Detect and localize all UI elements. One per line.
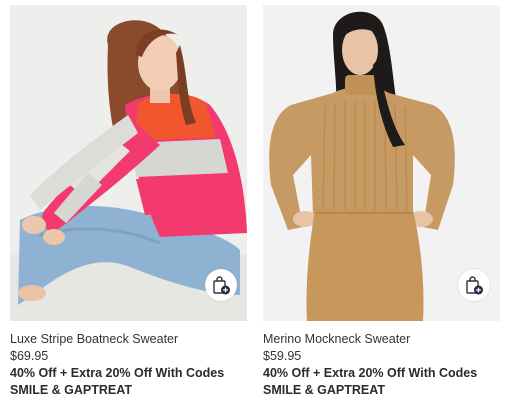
product-info: Luxe Stripe Boatneck Sweater $69.95 40% … bbox=[10, 321, 247, 399]
add-to-bag-button[interactable] bbox=[458, 269, 490, 301]
product-photo[interactable] bbox=[10, 5, 247, 321]
promo-text: 40% Off + Extra 20% Off With Codes bbox=[263, 366, 478, 380]
product-info: Merino Mockneck Sweater $59.95 40% Off +… bbox=[263, 321, 500, 399]
product-card: Luxe Stripe Boatneck Sweater $69.95 40% … bbox=[10, 5, 247, 399]
product-card: Merino Mockneck Sweater $59.95 40% Off +… bbox=[263, 5, 500, 399]
product-name-link[interactable]: Luxe Stripe Boatneck Sweater bbox=[10, 331, 247, 348]
product-price: $59.95 bbox=[263, 349, 302, 363]
promo-codes: SMILE & GAPTREAT bbox=[263, 383, 385, 397]
product-photo[interactable] bbox=[263, 5, 500, 321]
product-price: $69.95 bbox=[10, 349, 49, 363]
promo-text: 40% Off + Extra 20% Off With Codes bbox=[10, 366, 225, 380]
shopping-bag-add-icon bbox=[466, 276, 483, 295]
add-to-bag-button[interactable] bbox=[205, 269, 237, 301]
product-name-link[interactable]: Merino Mockneck Sweater bbox=[263, 331, 500, 348]
promo-codes: SMILE & GAPTREAT bbox=[10, 383, 132, 397]
product-grid: Luxe Stripe Boatneck Sweater $69.95 40% … bbox=[0, 0, 505, 403]
shopping-bag-add-icon bbox=[213, 276, 230, 295]
